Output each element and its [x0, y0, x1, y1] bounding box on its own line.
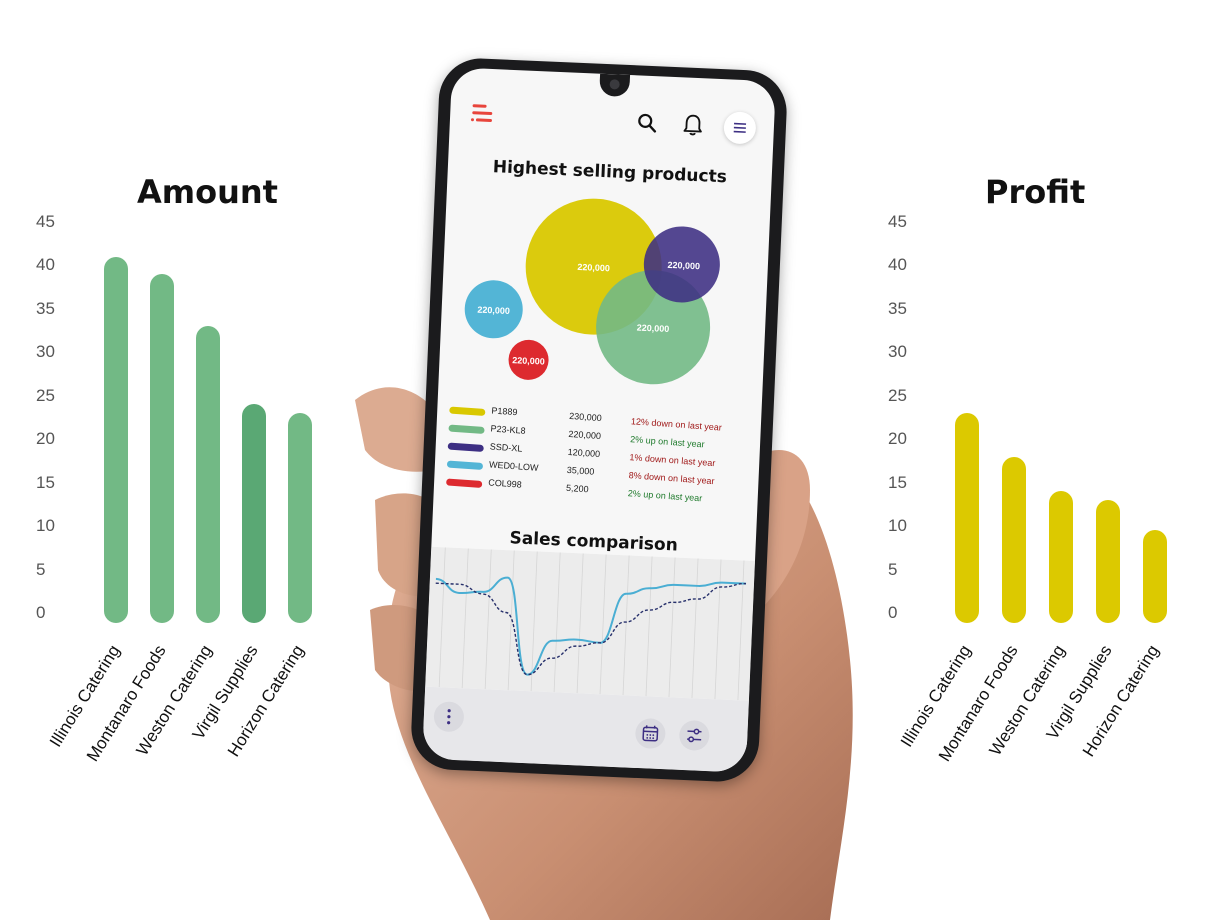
phone-screen: Highest selling products 220,000 220,000…	[422, 67, 776, 772]
amount-chart-title: Amount	[137, 173, 278, 211]
bubble-label-1: 220,000	[577, 262, 610, 273]
legend-product-value: 220,000	[568, 429, 601, 441]
bell-icon[interactable]	[681, 112, 704, 137]
app-top-bar	[449, 87, 775, 151]
y-tick-label: 10	[36, 516, 55, 536]
bubble-label-3: 220,000	[637, 323, 670, 334]
bar-horizon-catering	[1143, 530, 1167, 623]
bar-illinois-catering	[955, 413, 979, 623]
bubble-label-2: 220,000	[667, 260, 700, 271]
y-tick-label: 35	[36, 299, 55, 319]
y-tick-label: 10	[888, 516, 907, 536]
y-tick-label: 40	[888, 255, 907, 275]
y-tick-label: 15	[36, 473, 55, 493]
legend-product-value: 5,200	[566, 483, 589, 495]
bubble-label-5: 220,000	[512, 355, 545, 366]
filter-button[interactable]	[679, 720, 710, 751]
legend-product-name: SSD-XL	[490, 441, 523, 453]
front-camera-icon	[609, 79, 619, 89]
app-logo-icon[interactable]	[470, 102, 495, 127]
profit-chart-title: Profit	[985, 173, 1085, 211]
calendar-button[interactable]	[635, 718, 666, 749]
bar-weston-catering	[196, 326, 220, 623]
sales-line-chart	[425, 547, 755, 701]
bar-illinois-catering	[104, 257, 128, 623]
y-tick-label: 0	[888, 603, 897, 623]
app-bottom-bar	[422, 687, 749, 773]
line-chart-background	[425, 547, 755, 701]
y-tick-label: 30	[888, 342, 907, 362]
legend-product-change: 1% down on last year	[629, 452, 716, 468]
bar-virgil-supplies	[1096, 500, 1120, 623]
bar-weston-catering	[1049, 491, 1073, 623]
legend-swatch	[448, 442, 484, 451]
legend-product-name: COL998	[488, 477, 522, 489]
y-tick-label: 5	[36, 560, 45, 580]
y-tick-label: 5	[888, 560, 897, 580]
y-tick-label: 45	[36, 212, 55, 232]
y-tick-label: 20	[888, 429, 907, 449]
legend-product-name: P1889	[491, 405, 518, 417]
y-tick-label: 40	[36, 255, 55, 275]
legend-product-change: 12% down on last year	[631, 416, 723, 432]
hamburger-menu-icon	[723, 111, 756, 144]
legend-product-name: P23-KL8	[490, 423, 526, 435]
legend-swatch	[449, 407, 485, 416]
legend-product-value: 230,000	[569, 411, 602, 423]
y-tick-label: 20	[36, 429, 55, 449]
bar-virgil-supplies	[242, 404, 266, 623]
legend-product-name: WED0-LOW	[489, 459, 539, 472]
product-legend: P1889 230,000 12% down on last year P23-KL8…	[442, 405, 756, 508]
menu-button[interactable]	[723, 111, 756, 144]
legend-product-change: 2% up on last year	[628, 488, 703, 503]
y-tick-label: 15	[888, 473, 907, 493]
y-tick-label: 35	[888, 299, 907, 319]
legend-product-change: 8% down on last year	[628, 470, 715, 486]
highest-selling-title: Highest selling products	[448, 155, 773, 189]
legend-swatch	[447, 460, 483, 469]
profit-chart: Profit 454035302520151050Illinois Cateri…	[855, 0, 1225, 919]
calendar-icon	[635, 718, 666, 749]
bubble-chart: 220,000 220,000 220,000 220,000 220,000	[438, 192, 770, 406]
bar-horizon-catering	[288, 413, 312, 623]
search-icon[interactable]	[636, 111, 659, 134]
y-tick-label: 25	[888, 386, 907, 406]
y-tick-label: 0	[36, 603, 45, 623]
more-vertical-icon	[433, 701, 464, 732]
bar-montanaro-foods	[150, 274, 174, 623]
legend-product-change: 2% up on last year	[630, 434, 705, 449]
amount-chart: Amount 454035302520151050Illinois Cateri…	[0, 0, 360, 919]
legend-product-value: 35,000	[567, 465, 595, 477]
y-tick-label: 25	[36, 386, 55, 406]
legend-swatch	[446, 478, 482, 487]
y-tick-label: 30	[36, 342, 55, 362]
bar-montanaro-foods	[1002, 457, 1026, 623]
sliders-icon	[679, 720, 710, 751]
more-button[interactable]	[433, 701, 464, 732]
smartphone: Highest selling products 220,000 220,000…	[410, 57, 789, 784]
bubble-label-4: 220,000	[477, 305, 510, 316]
legend-product-value: 120,000	[567, 447, 600, 459]
legend-swatch	[448, 425, 484, 434]
y-tick-label: 45	[888, 212, 907, 232]
